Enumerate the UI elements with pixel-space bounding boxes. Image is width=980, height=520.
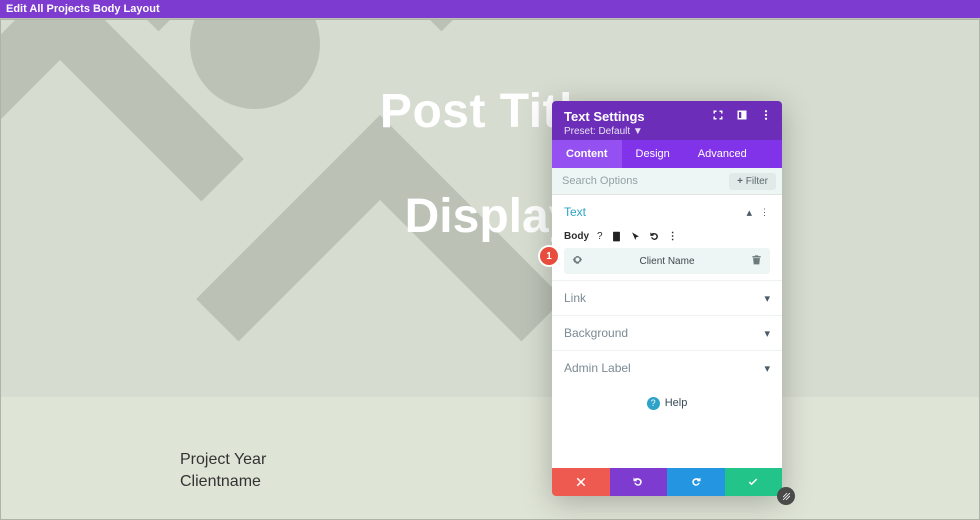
resize-handle[interactable] bbox=[777, 487, 795, 505]
tablet-icon[interactable] bbox=[611, 231, 622, 242]
expand-icon[interactable] bbox=[712, 109, 724, 124]
hero-post-title: Post Title bbox=[0, 84, 980, 139]
filter-button[interactable]: Filter bbox=[729, 173, 776, 190]
panel-footer bbox=[552, 468, 782, 496]
client-name-label: Clientname bbox=[180, 471, 266, 493]
project-year-label: Project Year bbox=[180, 449, 266, 471]
chevron-down-icon bbox=[764, 362, 770, 375]
undo-button[interactable] bbox=[610, 468, 668, 496]
section-link-label: Link bbox=[564, 291, 586, 305]
search-input[interactable] bbox=[552, 168, 729, 194]
hover-icon[interactable] bbox=[630, 231, 641, 242]
panel-tabs: Content Design Advanced bbox=[552, 140, 782, 168]
panel-title: Text Settings bbox=[564, 109, 645, 124]
body-label: Body bbox=[564, 231, 589, 242]
dock-icon[interactable] bbox=[736, 109, 748, 124]
chevron-down-icon bbox=[764, 327, 770, 340]
field-name-label: Client Name bbox=[583, 256, 751, 267]
confirm-button[interactable] bbox=[725, 468, 783, 496]
section-more-icon[interactable]: ⋮ bbox=[760, 207, 770, 218]
reset-icon[interactable] bbox=[649, 231, 660, 242]
top-bar: Edit All Projects Body Layout bbox=[0, 0, 980, 18]
project-meta: Project Year Clientname bbox=[180, 449, 266, 492]
chevron-down-icon bbox=[764, 292, 770, 305]
field-more-icon[interactable]: ⋮ bbox=[668, 231, 678, 242]
help-link[interactable]: Help bbox=[552, 385, 782, 422]
stage: Post Title Display Project Year Clientna… bbox=[0, 18, 980, 520]
search-row: Filter bbox=[552, 168, 782, 195]
section-text-label: Text bbox=[564, 205, 586, 219]
more-icon[interactable] bbox=[760, 109, 772, 124]
trash-icon[interactable] bbox=[751, 254, 762, 268]
cancel-button[interactable] bbox=[552, 468, 610, 496]
preset-selector[interactable]: Preset: Default ▼ bbox=[564, 126, 772, 137]
section-text[interactable]: Text ⋮ bbox=[552, 195, 782, 229]
hero-display-text: Display bbox=[0, 189, 980, 244]
section-admin-label-label: Admin Label bbox=[564, 361, 631, 375]
dynamic-content-field[interactable]: Client Name bbox=[564, 248, 770, 274]
section-background[interactable]: Background bbox=[552, 315, 782, 350]
tab-content[interactable]: Content bbox=[552, 140, 622, 168]
redo-button[interactable] bbox=[667, 468, 725, 496]
section-list: Text ⋮ Body ? ⋮ Client Name bbox=[552, 195, 782, 468]
help-icon[interactable]: ? bbox=[597, 231, 603, 242]
section-link[interactable]: Link bbox=[552, 280, 782, 315]
text-settings-panel: Text Settings Preset: Default ▼ Content … bbox=[552, 101, 782, 496]
section-background-label: Background bbox=[564, 326, 628, 340]
panel-header: Text Settings Preset: Default ▼ bbox=[552, 101, 782, 140]
section-admin-label[interactable]: Admin Label bbox=[552, 350, 782, 385]
gear-icon[interactable] bbox=[572, 254, 583, 268]
body-field-row: Body ? ⋮ Client Name bbox=[552, 229, 782, 280]
tab-design[interactable]: Design bbox=[622, 140, 684, 168]
tab-advanced[interactable]: Advanced bbox=[684, 140, 761, 168]
top-bar-title: Edit All Projects Body Layout bbox=[6, 3, 160, 15]
hero-section: Post Title Display bbox=[0, 19, 980, 397]
decorative-chevron bbox=[196, 115, 564, 397]
body-label-strip: Body ? ⋮ bbox=[564, 231, 770, 242]
chevron-up-icon bbox=[746, 206, 752, 219]
step-badge-1: 1 bbox=[540, 247, 558, 265]
